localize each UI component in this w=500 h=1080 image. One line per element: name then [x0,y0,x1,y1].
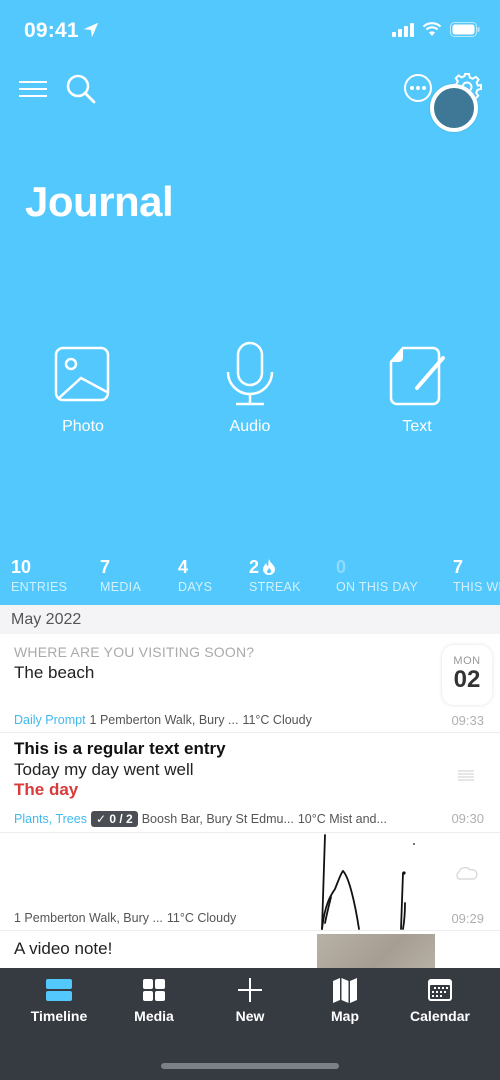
journal-entry[interactable]: WHERE ARE YOU VISITING SOON? The beach M… [0,634,500,733]
stat-on-this-day[interactable]: 0 ON THIS DAY [336,556,419,595]
stat-label: DAYS [178,580,213,594]
cellular-signal-icon [392,22,414,37]
photo-icon [54,346,110,402]
stat-value: 7 [100,556,111,577]
top-toolbar [0,68,500,112]
home-indicator[interactable] [161,1063,339,1069]
entry-meta: 1 Pemberton Walk, Bury ... 11°C Cloudy [14,911,236,925]
entry-time: 09:33 [451,713,484,728]
month-header: May 2022 [0,605,500,634]
stat-label: STREAK [249,580,301,594]
timeline-list[interactable]: May 2022 WHERE ARE YOU VISITING SOON? Th… [0,605,500,968]
tab-calendar[interactable]: Calendar [390,976,490,1024]
entry-location: Boosh Bar, Bury St Edmu... [141,812,294,826]
stats-row: 10 ENTRIES 7 MEDIA 4 DAYS 2 STREAK 0 ON … [0,556,500,596]
quick-actions: Photo Audio Text [0,340,500,450]
stat-value: 0 [336,556,347,577]
wifi-icon [422,22,442,36]
calendar-icon [428,979,452,1001]
stat-label: THIS WE [453,580,500,594]
tab-media[interactable]: Media [104,976,204,1024]
date-day: 02 [453,666,481,693]
journal-entry[interactable]: A video note! [0,931,500,968]
grid-icon [143,979,165,1001]
entry-body: A video note! [14,939,113,958]
search-icon [66,74,96,104]
tab-label: Calendar [410,1008,470,1024]
tab-bar: Timeline Media New Map Calendar [0,968,500,1080]
status-bar: 09:41 [0,0,500,60]
entry-body: The beach [14,663,95,682]
entry-time: 09:30 [451,811,484,826]
date-badge: MON 02 [442,645,492,705]
photo-label: Photo [62,418,104,435]
journal-entry[interactable]: 1 Pemberton Walk, Bury ... 11°C Cloudy 0… [0,833,500,931]
stat-entries[interactable]: 10 ENTRIES [11,556,68,595]
journal-entry[interactable]: This is a regular text entry Today my da… [0,733,500,833]
entry-location: 1 Pemberton Walk, Bury ... [89,713,239,727]
tab-new[interactable]: New [200,976,300,1024]
journal-header: 09:41 Journal Photo Audio Text 10 ENTRIE… [0,0,500,605]
entry-body: Today my day went well [14,760,194,779]
search-button[interactable] [64,71,98,107]
tab-label: Timeline [30,1008,88,1024]
menu-icon [19,81,47,97]
more-icon [404,74,432,102]
audio-entry-button[interactable]: Audio [195,340,305,436]
user-avatar[interactable] [430,84,478,132]
stat-label: ENTRIES [11,580,68,594]
tab-map[interactable]: Map [295,976,395,1024]
stat-this-week[interactable]: 7 THIS WE [453,556,500,595]
battery-icon [450,22,480,37]
document-edit-icon [389,346,445,406]
plus-icon [238,978,262,1002]
stat-value: 10 [11,556,32,577]
streak-value: 2 [249,556,260,577]
more-button[interactable] [402,72,434,104]
tab-label: New [235,1008,265,1024]
stat-value: 7 [453,556,464,577]
cloud-icon [456,867,478,880]
sketch-thumbnail [321,834,415,930]
prompt-question: WHERE ARE YOU VISITING SOON? [14,644,255,660]
text-lines-icon [458,770,474,781]
entry-tags[interactable]: Plants, Trees [14,812,87,826]
status-time: 09:41 [24,19,79,42]
stat-streak[interactable]: 2 STREAK [249,556,301,595]
stat-label: ON THIS DAY [336,580,419,594]
stat-value: 4 [178,556,189,577]
entry-title: This is a regular text entry [14,739,226,758]
text-entry-button[interactable]: Text [362,340,472,436]
map-icon [333,978,357,1003]
checklist-badge: ✓ 0 / 2 [90,811,138,827]
menu-button[interactable] [16,74,50,104]
location-arrow-icon [83,22,99,38]
stat-label: MEDIA [100,580,142,594]
page-title: Journal [25,178,174,225]
photo-entry-button[interactable]: Photo [28,340,138,436]
text-label: Text [402,418,432,435]
entry-meta: Daily Prompt 1 Pemberton Walk, Bury ... … [14,713,312,727]
entry-meta: Plants, Trees ✓ 0 / 2 Boosh Bar, Bury St… [14,811,387,827]
entry-highlight: The day [14,780,79,799]
entry-time: 09:29 [451,911,484,926]
timeline-icon [46,979,72,1001]
tab-label: Media [134,1008,174,1024]
stat-media[interactable]: 7 MEDIA [100,556,142,595]
stat-value: 2 [249,556,301,578]
entry-weather: 11°C Cloudy [166,911,237,925]
video-thumbnail [317,934,435,968]
entry-location: 1 Pemberton Walk, Bury ... [14,911,163,925]
audio-label: Audio [229,418,271,435]
flame-icon [263,559,276,575]
stat-days[interactable]: 4 DAYS [178,556,213,595]
entry-tag[interactable]: Daily Prompt [14,713,86,727]
tab-timeline[interactable]: Timeline [9,976,109,1024]
entry-weather: 10°C Mist and... [297,812,387,826]
tab-label: Map [331,1008,359,1024]
microphone-icon [226,341,274,406]
entry-weather: 11°C Cloudy [242,713,312,727]
